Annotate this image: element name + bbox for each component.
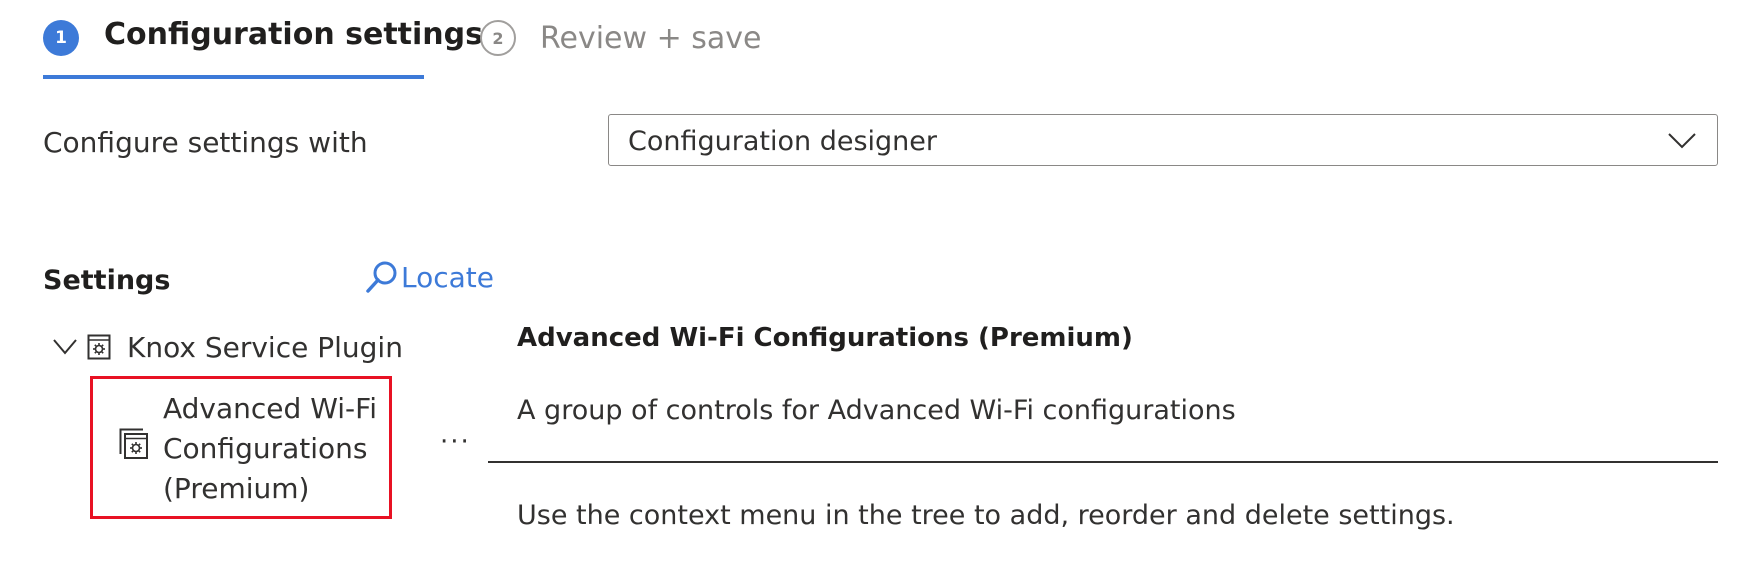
step-1-indicator[interactable]: 1 bbox=[43, 20, 79, 56]
configure-settings-label: Configure settings with bbox=[43, 126, 368, 159]
detail-help-text: Use the context menu in the tree to add,… bbox=[517, 500, 1455, 531]
tab-configuration-settings[interactable]: Configuration settings bbox=[104, 17, 483, 52]
settings-heading: Settings bbox=[43, 265, 171, 296]
settings-group-icon bbox=[87, 334, 111, 360]
step-1-number: 1 bbox=[55, 28, 67, 48]
chevron-down-icon bbox=[1668, 133, 1696, 149]
active-tab-underline bbox=[43, 75, 424, 79]
search-icon bbox=[366, 261, 397, 293]
step-2-indicator[interactable]: 2 bbox=[480, 20, 516, 56]
detail-title: Advanced Wi-Fi Configurations (Premium) bbox=[517, 323, 1133, 353]
locate-button[interactable]: Locate bbox=[365, 260, 494, 294]
detail-description: A group of controls for Advanced Wi-Fi c… bbox=[517, 395, 1236, 426]
more-options-button[interactable]: ··· bbox=[440, 427, 471, 457]
tab-review-save[interactable]: Review + save bbox=[540, 21, 761, 56]
tree-node-knox-service-plugin[interactable]: Knox Service Plugin bbox=[127, 331, 403, 364]
step-2-number: 2 bbox=[492, 28, 504, 48]
locate-label: Locate bbox=[401, 261, 494, 294]
settings-subgroup-icon bbox=[119, 428, 148, 459]
tree-node-advanced-wifi-configurations[interactable]: Advanced Wi-Fi Configurations (Premium) bbox=[163, 389, 403, 509]
dropdown-selected-value: Configuration designer bbox=[628, 126, 937, 157]
detail-divider bbox=[488, 461, 1718, 463]
configure-settings-dropdown[interactable]: Configuration designer bbox=[608, 114, 1718, 166]
tree-expand-chevron-icon[interactable] bbox=[52, 337, 78, 357]
